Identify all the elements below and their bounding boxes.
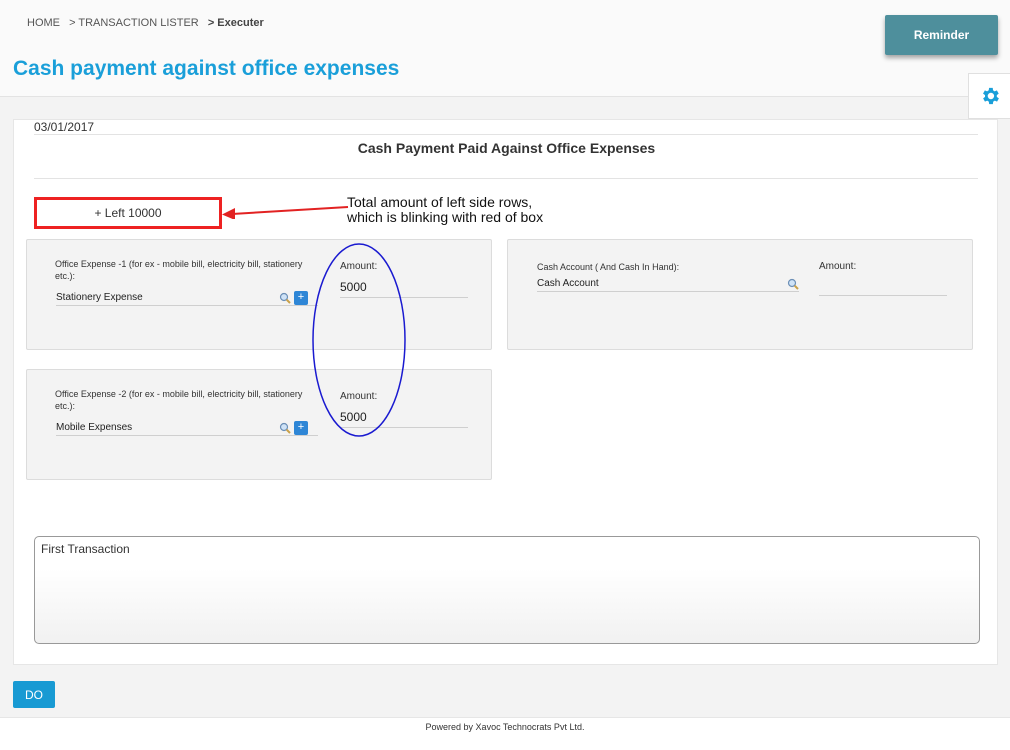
- divider: [34, 178, 978, 179]
- expense-row-2: Office Expense -2 (for ex - mobile bill,…: [26, 369, 492, 480]
- top-bar: HOME > TRANSACTION LISTER > Executer Cas…: [0, 0, 1010, 97]
- breadcrumb-transaction-lister[interactable]: > TRANSACTION LISTER: [69, 17, 199, 29]
- breadcrumb: HOME > TRANSACTION LISTER > Executer: [27, 17, 270, 29]
- page-title: Cash payment against office expenses: [13, 57, 400, 80]
- cash-account-field[interactable]: Cash Account: [537, 278, 799, 292]
- voucher-title: Cash Payment Paid Against Office Expense…: [357, 140, 656, 156]
- gear-icon: [982, 87, 999, 105]
- add-account-button[interactable]: +: [294, 291, 308, 305]
- narration-textarea[interactable]: First Transaction: [34, 536, 980, 644]
- search-icon[interactable]: [279, 422, 291, 434]
- do-button[interactable]: DO: [13, 681, 55, 708]
- expense-row-label: Office Expense -1 (for ex - mobile bill,…: [55, 259, 303, 281]
- divider: [34, 134, 978, 135]
- left-total-box: + Left 10000: [34, 197, 222, 229]
- search-icon[interactable]: [787, 278, 799, 290]
- voucher-date: 03/01/2017: [34, 120, 95, 134]
- add-account-button[interactable]: +: [294, 421, 308, 435]
- search-icon[interactable]: [279, 292, 291, 304]
- amount-field[interactable]: [819, 278, 947, 296]
- breadcrumb-home[interactable]: HOME: [27, 17, 60, 29]
- left-total-text: + Left 10000: [94, 206, 162, 220]
- expense-row-label: Office Expense -2 (for ex - mobile bill,…: [55, 389, 303, 411]
- expense-row-1: Office Expense -1 (for ex - mobile bill,…: [26, 239, 492, 350]
- cash-account-label: Cash Account ( And Cash In Hand):: [537, 262, 680, 272]
- arrow-icon: [222, 206, 349, 219]
- annotation-note: Total amount of left side rows, which is…: [347, 195, 543, 225]
- voucher-panel: 03/01/2017 Cash Payment Paid Against Off…: [13, 119, 998, 665]
- reminder-button[interactable]: Reminder: [885, 15, 998, 55]
- breadcrumb-current: > Executer: [207, 17, 264, 29]
- footer: Powered by Xavoc Technocrats Pvt Ltd.: [0, 717, 1010, 750]
- highlight-ellipse: [312, 243, 406, 437]
- annotation-line-2: which is blinking with red of box: [347, 209, 544, 225]
- settings-button[interactable]: [968, 73, 1010, 119]
- amount-label: Amount:: [819, 261, 857, 272]
- annotation-line-1: Total amount of left side rows,: [347, 194, 533, 210]
- cash-account-row: Cash Account ( And Cash In Hand): Cash A…: [507, 239, 973, 350]
